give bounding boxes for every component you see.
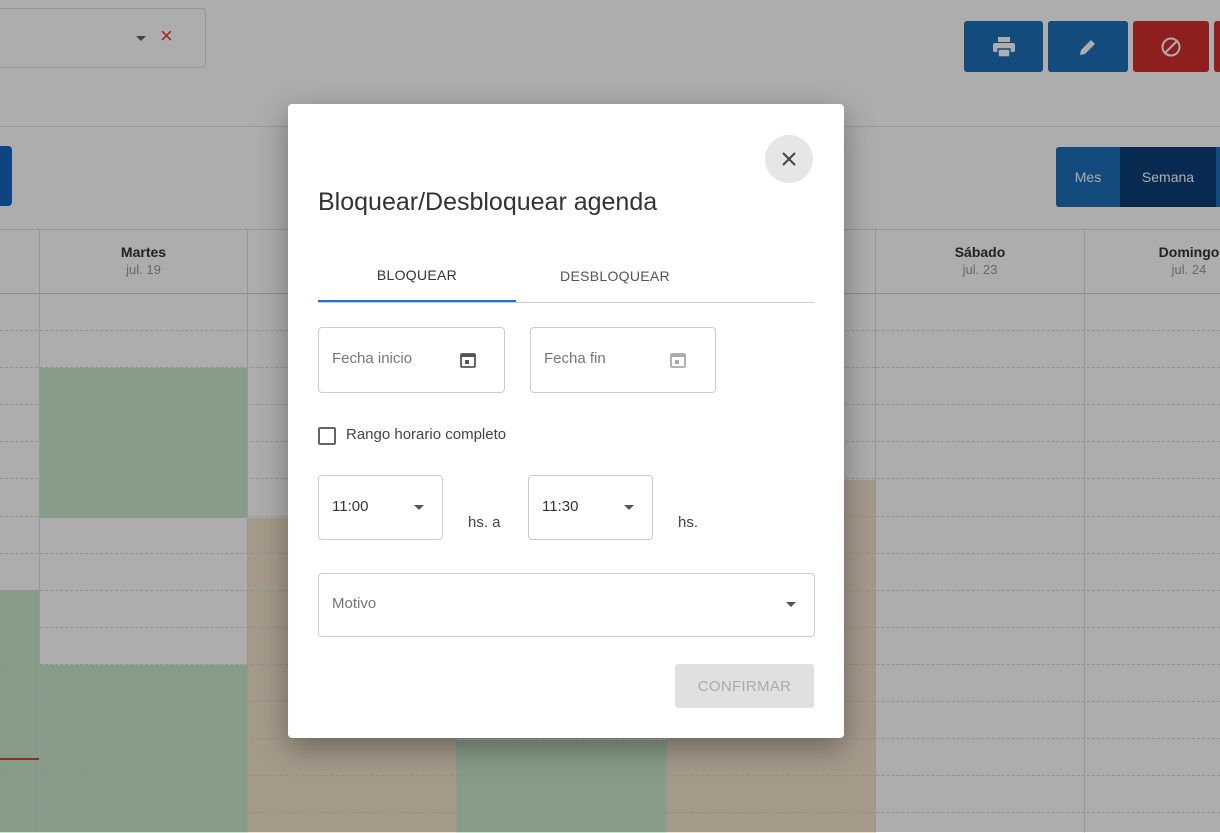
block-agenda-dialog: Bloquear/Desbloquear agenda BLOQUEAR DES…: [288, 104, 844, 738]
close-icon: [782, 152, 796, 166]
dialog-title: Bloquear/Desbloquear agenda: [318, 188, 658, 216]
chevron-down-icon: [414, 505, 424, 510]
confirm-button[interactable]: CONFIRMAR: [675, 664, 814, 708]
time-from-select[interactable]: 11:00: [318, 475, 443, 540]
reason-placeholder: Motivo: [332, 595, 377, 612]
start-date-placeholder: Fecha inicio: [332, 350, 413, 367]
time-from-unit: hs. a: [468, 514, 501, 531]
end-date-placeholder: Fecha fin: [544, 350, 606, 367]
reason-select[interactable]: Motivo: [318, 573, 815, 637]
time-from-value: 11:00: [332, 498, 369, 515]
close-button[interactable]: [765, 135, 813, 183]
full-range-label[interactable]: Rango horario completo: [346, 426, 506, 443]
dialog-tabs: BLOQUEAR DESBLOQUEAR: [318, 250, 815, 303]
chevron-down-icon: [624, 505, 634, 510]
time-to-unit: hs.: [678, 514, 699, 531]
chevron-down-icon: [786, 602, 796, 607]
calendar-icon[interactable]: [459, 351, 477, 369]
tab-desbloquear[interactable]: DESBLOQUEAR: [516, 250, 714, 302]
tab-label: DESBLOQUEAR: [560, 268, 670, 284]
tab-label: BLOQUEAR: [376, 267, 458, 283]
time-to-value: 11:30: [542, 498, 579, 515]
agenda-page: × Mes Semana Martes jul. 19 Sábado jul. …: [0, 0, 1220, 833]
time-to-select[interactable]: 11:30: [528, 475, 653, 540]
calendar-icon[interactable]: [669, 351, 687, 369]
tab-bloquear[interactable]: BLOQUEAR: [318, 250, 516, 302]
start-date-field[interactable]: Fecha inicio: [318, 327, 505, 393]
end-date-field[interactable]: Fecha fin: [530, 327, 716, 393]
full-range-checkbox[interactable]: [318, 427, 336, 445]
